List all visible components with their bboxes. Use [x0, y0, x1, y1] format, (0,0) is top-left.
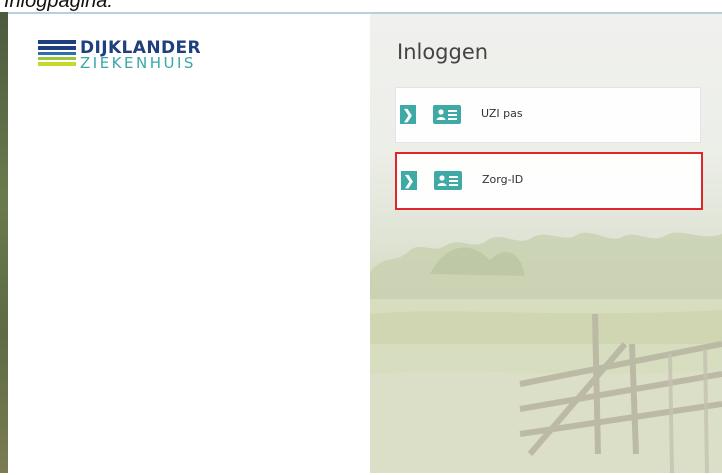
- id-card-icon: [433, 105, 461, 124]
- login-panel: Inloggen ❯ UZI pas ❯ Zorg-ID: [370, 14, 722, 473]
- login-option-label: UZI pas: [481, 107, 523, 120]
- login-option-uzi-pas[interactable]: ❯ UZI pas: [395, 87, 701, 143]
- id-card-icon: [434, 171, 462, 190]
- background-strip: [0, 12, 8, 473]
- logo-name-bottom: ZIEKENHUIS: [80, 54, 196, 72]
- chevron-right-icon: ❯: [400, 105, 416, 124]
- login-option-label: Zorg-ID: [482, 173, 524, 186]
- login-title: Inloggen: [397, 40, 489, 64]
- landscape-background: [370, 232, 722, 473]
- chevron-right-icon: ❯: [401, 171, 417, 190]
- login-option-zorg-id[interactable]: ❯ Zorg-ID: [395, 152, 703, 210]
- logo-stripes-icon: [38, 40, 76, 66]
- left-panel: DIJKLANDER ZIEKENHUIS: [8, 14, 370, 473]
